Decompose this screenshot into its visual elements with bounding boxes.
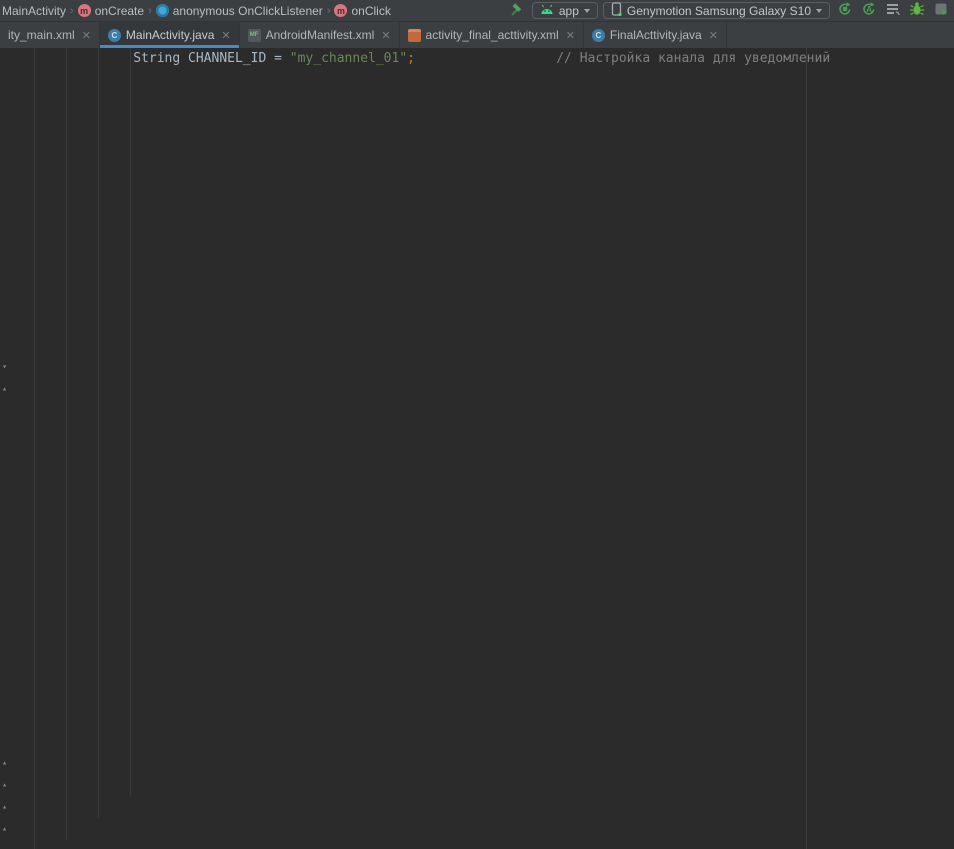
coverage-icon [885,1,901,20]
method-icon: m [334,4,347,17]
tab-androidmanifest-xml[interactable]: MF AndroidManifest.xml ✕ [240,22,400,48]
tab-label: ity_main.xml [8,28,75,42]
phone-icon [611,2,622,19]
breadcrumb-separator: › [70,5,74,17]
run-with-coverage-button[interactable] [883,2,902,20]
indent-guide [66,48,67,840]
close-icon[interactable]: ✕ [566,29,575,42]
code-line[interactable]: NotificationChannel mChannel = new Notif… [830,51,954,66]
run-configuration-label: app [559,4,579,18]
class-file-icon: C [592,29,605,42]
fold-marker[interactable]: ▾ [0,362,9,372]
code-editor[interactable]: String CHANNEL_ID = "my_channel_01"; // … [0,48,954,849]
breadcrumb-label: MainActivity [2,4,66,18]
fold-marker[interactable]: ▴ [0,780,9,790]
right-margin-guide [806,48,807,849]
code-line[interactable]: String CHANNEL_ID = "my_channel_01"; [0,51,415,66]
restart-activity-icon [837,1,853,20]
method-icon: m [78,4,91,17]
android-icon [540,4,554,18]
apply-code-changes-icon: A [861,1,877,20]
editor-tab-bar: ity_main.xml ✕ C MainActivity.java ✕ MF Androi… [0,22,954,48]
profiler-button[interactable] [931,2,950,20]
fold-marker[interactable]: ▴ [0,802,9,812]
close-icon[interactable]: ✕ [709,29,718,42]
close-icon[interactable]: ✕ [381,29,390,42]
indent-guide [34,48,35,849]
close-icon[interactable]: ✕ [82,29,91,42]
code-line[interactable] [415,51,423,66]
tab-label: MainActivity.java [126,28,214,42]
svg-text:A: A [866,5,872,14]
anonymous-class-icon [156,4,169,17]
profiler-icon [933,1,949,20]
breadcrumb: MainActivity›monCreate›anonymous OnClick… [2,4,391,18]
tab-activity-final-acttivity-xml[interactable]: activity_final_acttivity.xml ✕ [400,22,584,48]
build-button[interactable] [508,2,527,20]
breadcrumb-item[interactable]: anonymous OnClickListener [156,4,323,18]
tab-label: AndroidManifest.xml [266,28,375,42]
tab-label: activity_final_acttivity.xml [426,28,559,42]
close-icon[interactable]: ✕ [221,29,230,42]
breadcrumb-item[interactable]: m onClick [334,4,390,18]
breadcrumb-label: onCreate [95,4,144,18]
device-label: Genymotion Samsung Galaxy S10 [627,4,811,18]
bug-icon [909,1,925,20]
class-file-icon: C [108,29,121,42]
breadcrumb-label: onClick [351,4,390,18]
layout-file-icon [408,29,421,42]
tab-mainactivity-java[interactable]: C MainActivity.java ✕ [100,22,240,48]
indent-guide [130,48,131,796]
hammer-icon [509,1,525,20]
fold-marker[interactable]: ▴ [0,824,9,834]
breadcrumb-item[interactable]: m onCreate [78,4,144,18]
apply-changes-restart-button[interactable] [835,2,854,20]
breadcrumb-separator: › [327,5,331,17]
ide-window: MainActivity›monCreate›anonymous OnClick… [0,0,954,849]
navigation-toolbar: MainActivity›monCreate›anonymous OnClick… [0,0,954,22]
breadcrumb-separator: › [148,5,152,17]
fold-marker[interactable]: ▴ [0,384,9,394]
code-line[interactable]: // Настройка канала для уведомлений [423,51,830,66]
run-configuration-select[interactable]: app [532,2,598,19]
run-toolbar: app Genymotion Samsung Galaxy S10 [508,2,950,20]
tab-finalacttivity-java[interactable]: C FinalActtivity.java ✕ [584,22,727,48]
breadcrumb-label: anonymous OnClickListener [173,4,323,18]
code-area: String CHANNEL_ID = "my_channel_01"; // … [0,48,954,70]
tab-label: FinalActtivity.java [610,28,702,42]
device-select[interactable]: Genymotion Samsung Galaxy S10 [603,2,830,19]
breadcrumb-item[interactable]: MainActivity [2,4,66,18]
tab-ity-main-xml[interactable]: ity_main.xml ✕ [0,22,100,48]
chevron-down-icon [816,9,822,13]
debug-button[interactable] [907,2,926,20]
manifest-file-icon: MF [248,29,261,42]
fold-marker[interactable]: ▴ [0,758,9,768]
apply-code-changes-button[interactable]: A [859,2,878,20]
chevron-down-icon [584,9,590,13]
indent-guide [98,48,99,818]
